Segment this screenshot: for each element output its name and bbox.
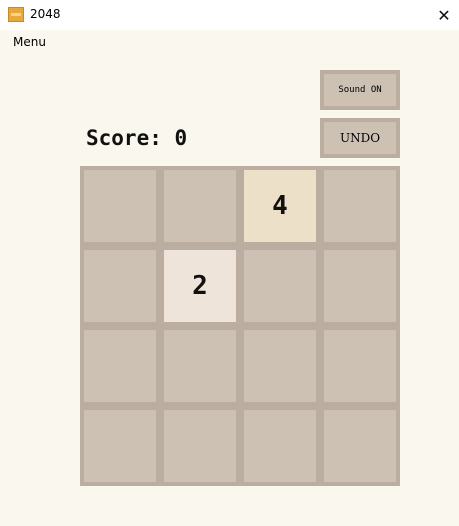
empty-cell	[244, 330, 316, 402]
empty-cell	[324, 330, 396, 402]
empty-cell	[244, 250, 316, 322]
sound-toggle-button[interactable]: Sound ON	[320, 70, 400, 110]
close-button[interactable]: ✕	[429, 0, 459, 30]
menu-item-menu[interactable]: Menu	[13, 35, 46, 49]
window-title: 2048	[30, 7, 61, 21]
empty-cell	[84, 170, 156, 242]
empty-cell	[324, 250, 396, 322]
empty-cell	[164, 330, 236, 402]
game-board: 42	[80, 166, 400, 486]
empty-cell	[324, 410, 396, 482]
undo-button[interactable]: UNDO	[320, 118, 400, 158]
game-window: 2048 ✕ Menu Sound ON UNDO Score: 0 42	[0, 0, 459, 526]
empty-cell	[84, 250, 156, 322]
tile-2: 2	[164, 250, 236, 322]
empty-cell	[244, 410, 316, 482]
close-icon: ✕	[437, 5, 451, 25]
empty-cell	[84, 330, 156, 402]
empty-cell	[164, 410, 236, 482]
tile-4: 4	[244, 170, 316, 242]
empty-cell	[164, 170, 236, 242]
empty-cell	[324, 170, 396, 242]
title-bar: 2048 ✕	[0, 0, 459, 30]
score-value: 0	[174, 126, 188, 150]
empty-cell	[84, 410, 156, 482]
app-icon	[8, 7, 24, 22]
score-display: Score: 0	[86, 126, 187, 150]
menu-bar: Menu	[0, 30, 459, 54]
score-label: Score:	[86, 126, 162, 150]
